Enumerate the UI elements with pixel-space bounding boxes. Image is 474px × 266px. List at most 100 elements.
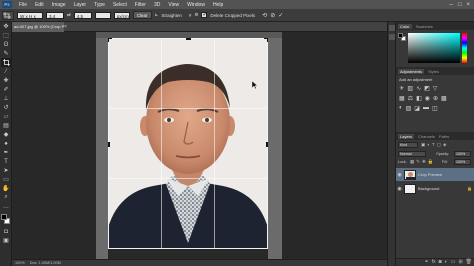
lock-move-icon[interactable]: ✥ — [422, 159, 426, 165]
filter-smart-icon[interactable]: ◈ — [443, 142, 446, 148]
shape-tool-icon[interactable]: ▭ — [1, 175, 11, 184]
color-picker-field[interactable] — [408, 33, 460, 63]
quick-mask-icon[interactable]: ◘ — [1, 227, 11, 236]
tab-paths[interactable]: Paths — [439, 134, 449, 139]
straighten-label[interactable]: Straighten — [161, 13, 182, 18]
healing-brush-tool-icon[interactable]: ✚ — [1, 76, 11, 85]
portrait-photo[interactable] — [108, 38, 268, 249]
clone-stamp-tool-icon[interactable]: ⊥ — [1, 94, 11, 103]
edit-toolbar-icon[interactable]: … — [1, 202, 11, 211]
commit-crop-icon[interactable]: ✓ — [278, 12, 283, 19]
invert-icon[interactable]: ◐ — [399, 105, 403, 112]
document-tab[interactable]: ad-007.jpg @ 100% (Crop Preview, RGB/8) — [12, 22, 64, 32]
lasso-tool-icon[interactable]: ʘ — [1, 40, 11, 49]
crop-handle-top-left[interactable] — [108, 38, 112, 42]
filter-pixel-icon[interactable]: ▣ — [421, 142, 425, 148]
crop-frame[interactable] — [108, 38, 268, 249]
visibility-eye-icon[interactable]: ◉ — [396, 186, 403, 192]
tab-styles[interactable]: Styles — [428, 69, 439, 74]
layer-filter-kind[interactable]: Kind — [398, 142, 418, 148]
opacity-field[interactable]: 100% — [454, 151, 471, 157]
crop-handle-bottom-right[interactable] — [264, 245, 268, 249]
menu-select[interactable]: Select — [109, 2, 131, 8]
photo-filter-icon[interactable]: ◉ — [425, 95, 430, 102]
posterize-icon[interactable]: ▨ — [406, 105, 412, 112]
panel-foreground-swatch[interactable] — [398, 33, 403, 38]
blend-mode-dropdown[interactable]: Normal — [398, 151, 426, 157]
foreground-color-swatch[interactable] — [1, 214, 7, 220]
width-field[interactable]: 3.4 cm — [46, 11, 64, 26]
marquee-tool-icon[interactable]: ⬚ — [1, 31, 11, 40]
layer-row-crop-preview[interactable]: ◉ Crop Preview — [396, 168, 474, 181]
gradient-tool-icon[interactable]: ▤ — [1, 121, 11, 130]
tab-color[interactable]: Color — [398, 23, 412, 29]
color-swatches[interactable] — [0, 213, 11, 227]
settings-gear-icon[interactable]: ⚙ — [194, 12, 198, 18]
move-tool-icon[interactable]: ✥ — [1, 22, 11, 31]
menu-window[interactable]: Window — [183, 2, 209, 8]
lock-all-icon[interactable]: 🔒 — [428, 159, 434, 165]
menu-help[interactable]: Help — [209, 2, 227, 8]
new-layer-icon[interactable]: ⊞ — [458, 259, 462, 266]
quick-select-tool-icon[interactable]: ✎ — [1, 49, 11, 58]
zoom-tool-icon[interactable]: ⌕ — [1, 193, 11, 202]
brightness-icon[interactable]: ☀ — [399, 85, 404, 92]
tab-layers[interactable]: Layers — [398, 133, 415, 139]
hand-tool-icon[interactable]: ✋ — [1, 184, 11, 193]
delete-cropped-checkbox[interactable] — [201, 11, 207, 18]
crop-tool-preset-icon[interactable] — [2, 10, 14, 20]
filter-shape-icon[interactable]: ▢ — [437, 142, 441, 148]
type-tool-icon[interactable]: T — [1, 157, 11, 166]
fill-field[interactable]: 100% — [454, 159, 471, 165]
menu-file[interactable]: File — [15, 2, 31, 8]
brush-tool-icon[interactable]: ✐ — [1, 85, 11, 94]
crop-tool-icon[interactable] — [1, 58, 11, 67]
dodge-tool-icon[interactable]: ● — [1, 139, 11, 148]
lock-transparency-icon[interactable]: ▦ — [410, 159, 414, 165]
minimize-button[interactable]: – — [450, 2, 453, 8]
layer-style-icon[interactable]: fx — [432, 259, 436, 266]
panel-color-swatches[interactable] — [398, 33, 406, 41]
exposure-icon[interactable]: ◩ — [424, 85, 430, 92]
new-group-icon[interactable]: ▭ — [451, 259, 456, 266]
layer-name[interactable]: Background — [418, 186, 439, 191]
maximize-button[interactable]: □ — [458, 2, 462, 8]
straighten-icon[interactable]: ⊾ — [155, 12, 159, 18]
color-balance-icon[interactable]: ⚖ — [408, 95, 413, 102]
path-selection-tool-icon[interactable]: ➤ — [1, 166, 11, 175]
gradient-map-icon[interactable]: ▬ — [423, 105, 429, 112]
menu-view[interactable]: View — [164, 2, 183, 8]
clear-button[interactable]: Clear — [132, 11, 152, 19]
crop-handle-top-right[interactable] — [264, 38, 268, 42]
resolution-unit-dropdown[interactable]: px/cm — [113, 11, 130, 19]
tab-channels[interactable]: Channels — [418, 134, 435, 139]
layer-mask-icon[interactable]: ◙ — [439, 259, 442, 266]
blur-tool-icon[interactable]: ◆ — [1, 130, 11, 139]
pen-tool-icon[interactable]: ✒ — [1, 148, 11, 157]
tab-adjustments[interactable]: Adjustments — [398, 68, 425, 74]
filter-type-icon[interactable]: T — [432, 142, 435, 148]
ratio-dropdown[interactable]: W x H x Res — [17, 11, 43, 26]
zoom-level[interactable]: 100% — [15, 261, 25, 265]
menu-3d[interactable]: 3D — [150, 2, 164, 8]
eraser-tool-icon[interactable]: ▱ — [1, 112, 11, 121]
close-document-icon[interactable]: × — [64, 24, 67, 30]
cancel-crop-icon[interactable]: ⊘ — [270, 12, 275, 19]
layer-row-background[interactable]: ◉ Background 🔒 — [396, 182, 474, 195]
menu-image[interactable]: Image — [48, 2, 70, 8]
tab-swatches[interactable]: Swatches — [416, 24, 433, 29]
crop-handle-top[interactable] — [186, 38, 191, 40]
hue-slider[interactable] — [462, 33, 467, 63]
menu-filter[interactable]: Filter — [131, 2, 150, 8]
delete-layer-icon[interactable]: 🗑 — [466, 259, 472, 266]
lock-paint-icon[interactable]: ✎ — [416, 159, 420, 165]
filter-adjust-icon[interactable]: ◐ — [427, 142, 430, 148]
black-white-icon[interactable]: ◧ — [416, 95, 422, 102]
menu-layer[interactable]: Layer — [70, 2, 91, 8]
close-button[interactable]: × — [466, 2, 470, 8]
visibility-eye-icon[interactable]: ◉ — [396, 172, 403, 178]
levels-icon[interactable]: ▥ — [407, 85, 413, 92]
hue-saturation-icon[interactable]: ▦ — [399, 95, 405, 102]
crop-handle-bottom-left[interactable] — [108, 245, 112, 249]
link-layers-icon[interactable]: ⚭ — [425, 259, 429, 266]
